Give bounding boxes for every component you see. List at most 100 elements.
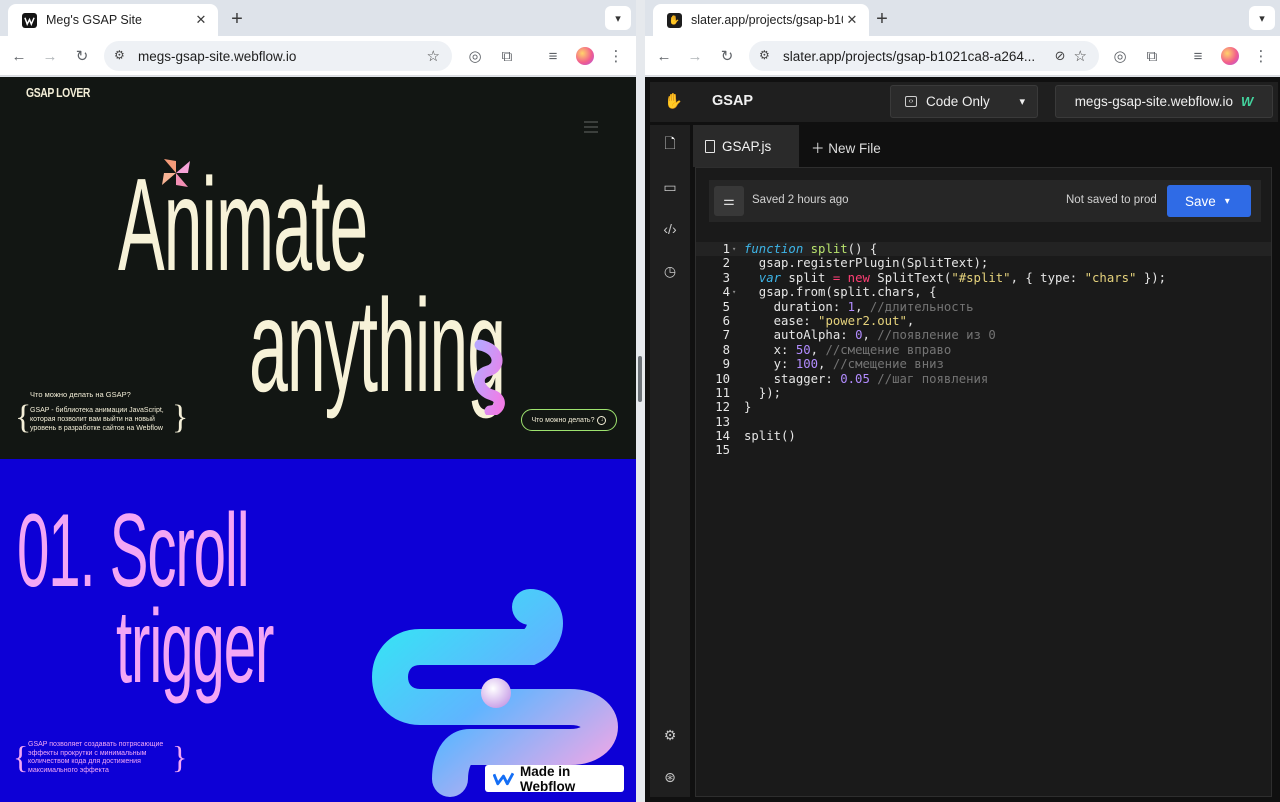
settings-gear-icon[interactable]: ⚙ <box>660 725 680 745</box>
slater-hand-logo-icon[interactable]: ✋ <box>664 92 683 110</box>
save-button[interactable]: Save ▾ <box>1167 185 1251 217</box>
code-icon[interactable]: ‹/› <box>660 219 680 239</box>
mode-select[interactable]: ‹› Code Only ▾ <box>890 85 1038 118</box>
reload-icon[interactable]: ↻ <box>70 44 94 68</box>
close-tab-icon[interactable]: ✕ <box>192 11 210 29</box>
line-number: 15 <box>715 443 730 458</box>
left-toolbar: ← → ↻ ⚙ megs-gsap-site.webflow.io ☆ ◎ ⧉ … <box>0 36 636 76</box>
profile-avatar[interactable] <box>1221 47 1239 65</box>
hero-cta-button[interactable]: Что можно делать? ↓ <box>521 409 617 431</box>
line-number: 9 <box>722 357 730 372</box>
line-number: 14 <box>715 429 730 444</box>
code-line[interactable]: 15 <box>696 443 1271 457</box>
puzzle-extensions-icon[interactable]: ⧉ <box>495 44 519 68</box>
chevron-down-icon: ▾ <box>1224 195 1230 207</box>
eye-off-icon[interactable]: ⊘ <box>1055 48 1066 64</box>
code-lines[interactable]: 1 ▾ function split() {2 gsap.registerPlugi… <box>696 242 1271 458</box>
line-number: 13 <box>715 414 730 429</box>
help-lifebuoy-icon[interactable]: ⊛ <box>660 767 680 787</box>
site-info-icon[interactable]: ⚙ <box>759 48 777 64</box>
right-url-text: slater.app/projects/gsap-b1021ca8-a264..… <box>783 48 1036 64</box>
code-line[interactable]: 1 ▾ function split() { <box>696 242 1271 257</box>
puzzle-extensions-icon[interactable]: ⧉ <box>1140 44 1164 68</box>
code-text: }); <box>744 385 782 400</box>
tab-search-button[interactable]: ▾ <box>1249 6 1275 30</box>
code-line[interactable]: 14 split() <box>696 429 1271 443</box>
extension-icon[interactable]: ◎ <box>1108 44 1132 68</box>
forward-icon[interactable]: → <box>38 44 62 68</box>
code-text: stagger: 0.05 //шаг появления <box>744 371 989 386</box>
menu-kebab-icon[interactable]: ⋮ <box>604 44 628 68</box>
chevron-down-icon: ▾ <box>1019 96 1025 108</box>
bookmark-star-icon[interactable]: ☆ <box>427 47 440 65</box>
file-tab-gsap-js[interactable]: GSAP.js <box>693 125 799 167</box>
site-button-label: megs-gsap-site.webflow.io <box>1074 94 1234 109</box>
code-line[interactable]: 7 autoAlpha: 0, //появление из 0 <box>696 328 1271 342</box>
line-number: 8 <box>722 342 730 357</box>
section-left-brace-icon: { <box>13 739 29 775</box>
arrow-down-circle-icon: ↓ <box>597 415 607 425</box>
fold-arrow-icon[interactable]: ▾ <box>732 285 736 299</box>
sliders-settings-icon[interactable]: ⚌ <box>714 186 744 216</box>
saved-status: Saved 2 hours ago <box>752 194 849 206</box>
line-number: 7 <box>722 328 730 343</box>
menu-kebab-icon[interactable]: ⋮ <box>1249 44 1273 68</box>
back-icon[interactable]: ← <box>652 44 676 68</box>
code-line[interactable]: 11 }); <box>696 386 1271 400</box>
project-name: GSAP <box>712 93 754 109</box>
code-text: function split() { <box>744 242 878 256</box>
fold-arrow-icon[interactable]: ▾ <box>732 242 736 256</box>
divider-grip[interactable] <box>638 356 642 402</box>
media-controls-icon[interactable]: ≡ <box>541 44 565 68</box>
split-view-divider[interactable] <box>636 0 645 802</box>
right-browser-tab[interactable]: ✋ slater.app/projects/gsap-b1021 ✕ <box>653 4 869 36</box>
site-info-icon[interactable]: ⚙ <box>114 48 132 64</box>
code-line[interactable]: 4 ▾ gsap.from(split.chars, { <box>696 285 1271 299</box>
code-line[interactable]: 13 <box>696 415 1271 429</box>
tab-search-button[interactable]: ▾ <box>605 6 631 30</box>
left-url-text: megs-gsap-site.webflow.io <box>138 48 297 64</box>
left-browser-window: Meg's GSAP Site ✕ + ▾ ← → ↻ ⚙ megs-gsap-… <box>0 0 636 802</box>
webflow-site-button[interactable]: megs-gsap-site.webflow.io W <box>1055 85 1273 118</box>
hamburger-menu-icon[interactable] <box>584 121 598 136</box>
left-browser-tab[interactable]: Meg's GSAP Site ✕ <box>8 4 218 36</box>
back-icon[interactable]: ← <box>7 44 31 68</box>
made-in-webflow-badge[interactable]: Made in Webflow <box>485 764 624 794</box>
right-tab-title: slater.app/projects/gsap-b1021 <box>691 13 843 27</box>
right-address-bar[interactable]: ⚙ slater.app/projects/gsap-b1021ca8-a264… <box>749 41 1099 71</box>
code-text: } <box>744 400 752 415</box>
line-number: 3 <box>722 270 730 285</box>
extension-icon[interactable]: ◎ <box>463 44 487 68</box>
left-address-bar[interactable]: ⚙ megs-gsap-site.webflow.io ☆ <box>104 41 452 71</box>
line-number: 6 <box>722 313 730 328</box>
code-line[interactable]: 2 gsap.registerPlugin(SplitText); <box>696 256 1271 270</box>
code-text: ease: "power2.out", <box>744 313 915 328</box>
code-line[interactable]: 10 stagger: 0.05 //шаг появления <box>696 372 1271 386</box>
files-icon[interactable]: 🗋 <box>660 135 680 155</box>
line-number: 5 <box>722 299 730 314</box>
code-line[interactable]: 12} <box>696 400 1271 414</box>
left-brace-icon: { <box>15 399 32 436</box>
site-logo[interactable]: GSAP LOVER <box>26 85 90 100</box>
code-text: duration: 1, //длительность <box>744 299 974 314</box>
media-controls-icon[interactable]: ≡ <box>1186 44 1210 68</box>
code-editor[interactable]: ⚌ Saved 2 hours ago Not saved to prod Sa… <box>695 167 1272 797</box>
code-line[interactable]: 5 duration: 1, //длительность <box>696 300 1271 314</box>
code-line[interactable]: 9 y: 100, //смещение вниз <box>696 357 1271 371</box>
new-tab-button[interactable]: + <box>869 6 895 32</box>
mode-select-value: Code Only <box>926 94 990 109</box>
code-line[interactable]: 6 ease: "power2.out", <box>696 314 1271 328</box>
code-line[interactable]: 8 x: 50, //смещение вправо <box>696 343 1271 357</box>
reload-icon[interactable]: ↻ <box>715 44 739 68</box>
new-tab-button[interactable]: + <box>224 6 250 32</box>
bookmark-star-icon[interactable]: ☆ <box>1074 47 1087 65</box>
swirl-decoration-icon <box>473 339 505 415</box>
code-text: gsap.from(split.chars, { <box>744 285 937 300</box>
forward-icon[interactable]: → <box>683 44 707 68</box>
profile-avatar[interactable] <box>576 47 594 65</box>
new-file-button[interactable]: ＋ New File <box>811 137 881 157</box>
layers-icon[interactable]: ▭ <box>660 177 680 197</box>
history-icon[interactable]: ◷ <box>660 261 680 281</box>
close-tab-icon[interactable]: ✕ <box>843 11 861 29</box>
code-line[interactable]: 3 var split = new SplitText("#split", { … <box>696 271 1271 285</box>
